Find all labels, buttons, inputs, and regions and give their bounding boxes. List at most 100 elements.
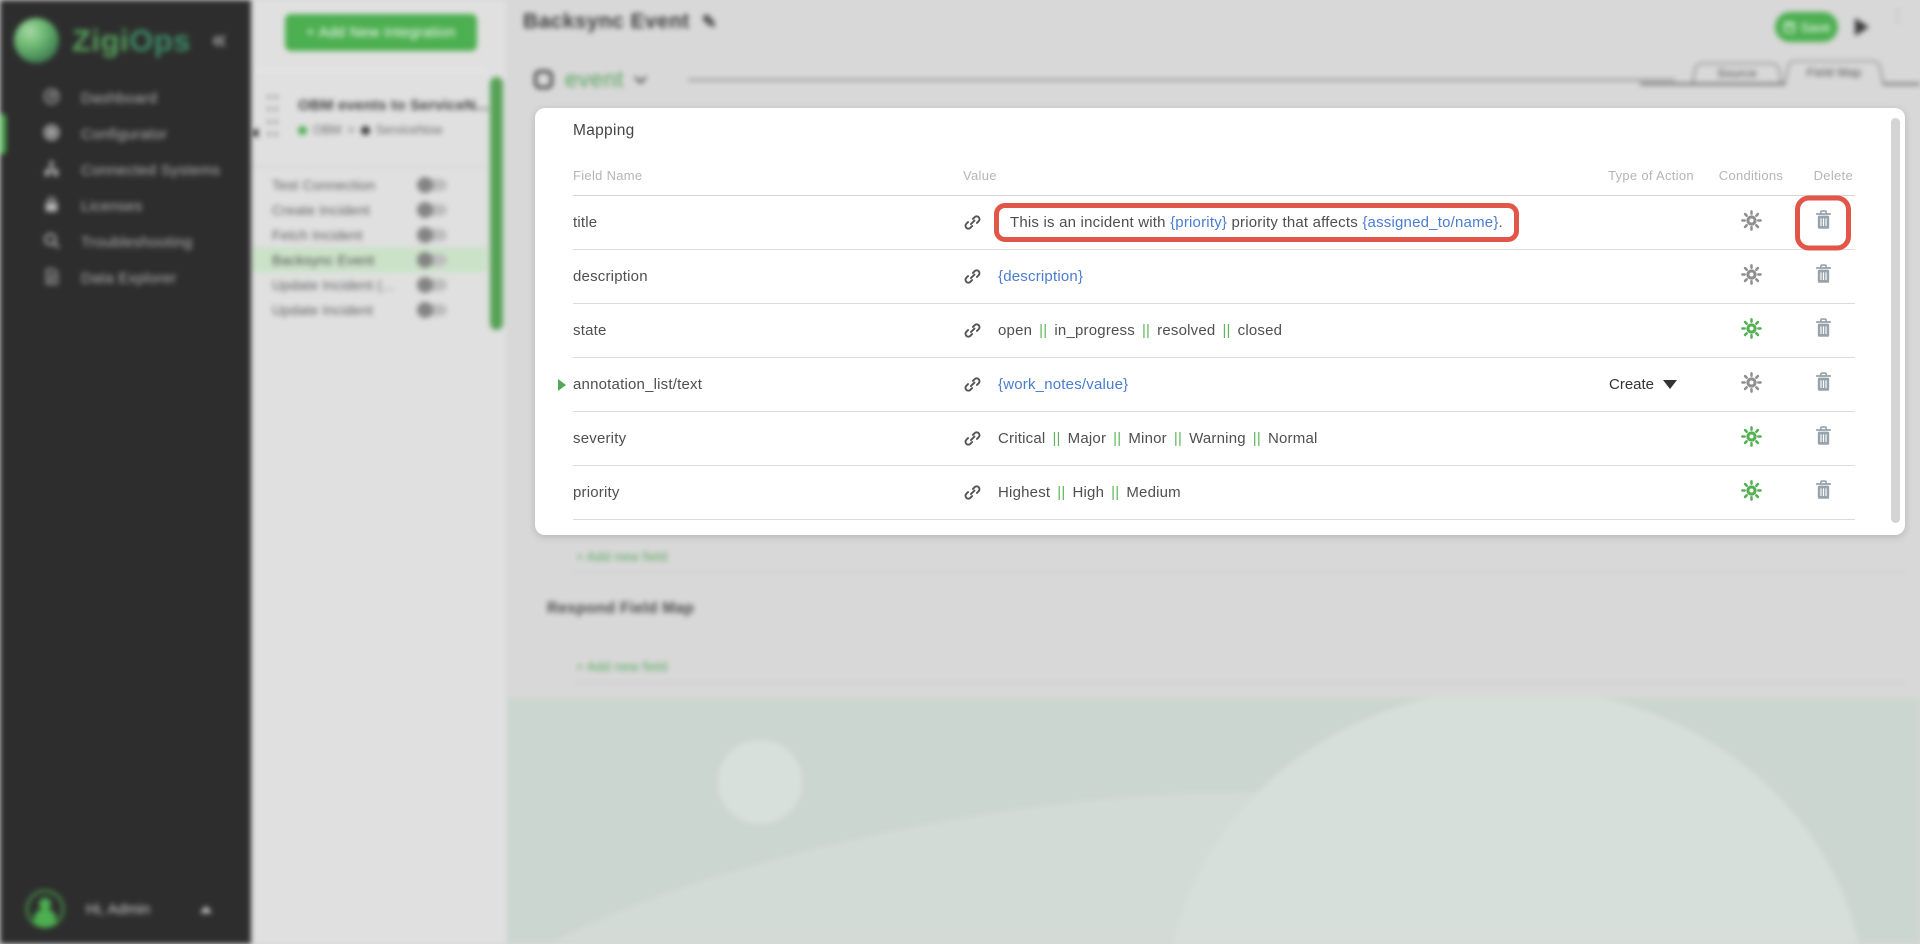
- sidebar-item-label: Configurator: [81, 126, 167, 143]
- configurator-icon: [42, 123, 61, 146]
- delete-trash-icon[interactable]: [1815, 426, 1832, 451]
- sidebar-item-label: Connected Systems: [81, 162, 220, 179]
- add-new-integration-button[interactable]: + Add New Integration: [285, 14, 477, 51]
- integrations-panel: + Add New Integration OBM events to Serv…: [251, 0, 506, 944]
- save-button[interactable]: Save: [1775, 12, 1838, 42]
- action-item-fetch-incident[interactable]: Fetch Incident: [251, 222, 487, 247]
- conditions-gear-icon[interactable]: [1740, 263, 1763, 291]
- sidebar-item-label: Troubleshooting: [81, 234, 193, 251]
- toggle-off[interactable]: [418, 254, 447, 266]
- sidebar-item-configurator[interactable]: Configurator: [0, 116, 251, 152]
- type-of-action-dropdown[interactable]: Create: [1591, 376, 1711, 393]
- action-item-create-incident[interactable]: Create Incident: [251, 197, 487, 222]
- run-play-icon[interactable]: [1855, 18, 1869, 36]
- edit-pencil-icon[interactable]: ✎: [702, 12, 717, 33]
- mapping-table: Field Name Value Type of Action Conditio…: [573, 148, 1855, 520]
- sidebar-item-connected-systems[interactable]: Connected Systems: [0, 152, 251, 188]
- delete-trash-icon[interactable]: [1815, 264, 1832, 289]
- value-input[interactable]: open||in_progress||resolved||closed: [998, 322, 1282, 339]
- arrow-separator: >: [347, 123, 354, 137]
- add-new-field-link[interactable]: + Add new field: [576, 549, 668, 564]
- table-row-state: state open||in_progress||resolved||close…: [573, 304, 1855, 358]
- expand-triangle-icon[interactable]: [558, 379, 566, 391]
- value-input[interactable]: {work_notes/value}: [998, 376, 1128, 393]
- integration-systems: OBM > ServiceNow: [298, 123, 442, 137]
- drag-handle-icon[interactable]: [267, 95, 279, 141]
- link-icon[interactable]: [963, 267, 982, 286]
- field-name-input[interactable]: title: [573, 214, 963, 231]
- delete-trash-icon[interactable]: [1815, 372, 1832, 397]
- sidebar-item-licenses[interactable]: Licenses: [0, 188, 251, 224]
- document-icon: [42, 267, 61, 290]
- link-icon[interactable]: [963, 321, 982, 340]
- toggle-off[interactable]: [418, 229, 447, 241]
- action-item-update-incident-1[interactable]: Update Incident (...: [251, 272, 487, 297]
- annotation-highlight-delete: [1795, 195, 1851, 250]
- link-icon[interactable]: [963, 375, 982, 394]
- app-title: ZigiOps: [72, 23, 191, 59]
- more-options-icon[interactable]: ⋮: [1889, 12, 1899, 20]
- field-name-input[interactable]: severity: [573, 430, 963, 447]
- target-system-icon: [361, 126, 370, 135]
- save-icon: [1783, 21, 1796, 34]
- mapping-section-title: Mapping: [573, 122, 635, 140]
- panel-collapse-handle[interactable]: [251, 128, 258, 138]
- tab-source[interactable]: Source: [1692, 63, 1782, 84]
- action-item-test-connection[interactable]: Test Connection: [251, 172, 487, 197]
- toggle-off[interactable]: [418, 179, 447, 191]
- field-name-input[interactable]: annotation_list/text: [573, 376, 963, 393]
- conditions-gear-icon[interactable]: [1740, 479, 1763, 507]
- entity-selector[interactable]: event: [534, 66, 645, 93]
- delete-trash-icon[interactable]: [1815, 480, 1832, 505]
- delete-trash-icon[interactable]: [1815, 318, 1832, 343]
- mapping-card: Mapping Field Name Value Type of Action …: [535, 108, 1905, 535]
- add-new-field-link[interactable]: + Add new field: [576, 659, 668, 674]
- toggle-off[interactable]: [418, 304, 447, 316]
- link-icon[interactable]: [963, 429, 982, 448]
- col-conditions: Conditions: [1711, 160, 1791, 183]
- conditions-gear-icon[interactable]: [1740, 317, 1763, 345]
- divider: [573, 572, 1905, 573]
- sidebar-item-dashboard[interactable]: Dashboard: [0, 80, 251, 116]
- sidebar-item-data-explorer[interactable]: Data Explorer: [0, 260, 251, 296]
- action-item-backsync-event[interactable]: Backsync Event: [251, 247, 487, 272]
- sidebar-nav: Dashboard Configurator Connected Systems…: [0, 80, 251, 296]
- decorative-background: [506, 698, 1920, 944]
- col-field-name: Field Name: [573, 160, 963, 183]
- user-menu[interactable]: Hi, Admin: [26, 890, 212, 928]
- action-item-update-incident-2[interactable]: Update Incident: [251, 297, 487, 322]
- conditions-gear-icon[interactable]: [1740, 371, 1763, 399]
- card-scrollbar[interactable]: [1891, 118, 1900, 523]
- integration-actions-list: Test Connection Create Incident Fetch In…: [251, 172, 487, 322]
- value-input[interactable]: Highest||High||Medium: [998, 484, 1181, 501]
- value-input[interactable]: This is an incident with {priority} prio…: [1010, 214, 1503, 231]
- magnifier-icon: [42, 231, 61, 254]
- value-input[interactable]: {description}: [998, 268, 1083, 285]
- app-logo: ZigiOps: [14, 18, 191, 63]
- table-row-annotation-list: annotation_list/text {work_notes/value} …: [573, 358, 1855, 412]
- tab-field-map[interactable]: Field Map: [1784, 61, 1884, 85]
- avatar: [26, 890, 64, 928]
- toggle-off[interactable]: [418, 279, 447, 291]
- table-row-title: title This is an incident with {priority…: [573, 196, 1855, 250]
- dropdown-arrow-icon: [1663, 380, 1677, 389]
- conditions-gear-icon[interactable]: [1740, 209, 1763, 237]
- sidebar-item-troubleshooting[interactable]: Troubleshooting: [0, 224, 251, 260]
- toggle-off[interactable]: [418, 204, 447, 216]
- value-input[interactable]: Critical||Major||Minor||Warning||Normal: [998, 430, 1318, 447]
- field-name-input[interactable]: state: [573, 322, 963, 339]
- integration-card[interactable]: OBM events to ServiceN... OBM > ServiceN…: [251, 70, 487, 167]
- col-type-of-action: Type of Action: [1591, 160, 1711, 183]
- field-name-input[interactable]: priority: [573, 484, 963, 501]
- sidebar-collapse-icon[interactable]: «: [212, 24, 226, 55]
- link-icon[interactable]: [963, 483, 982, 502]
- entity-name: event: [565, 66, 624, 93]
- source-status-dot: [298, 126, 307, 135]
- field-name-input[interactable]: description: [573, 268, 963, 285]
- sidebar: ZigiOps « Dashboard Configurator Connect…: [0, 0, 251, 944]
- panel-scrollbar[interactable]: [490, 77, 503, 330]
- link-icon[interactable]: [963, 213, 982, 232]
- dashboard-icon: [42, 87, 61, 110]
- conditions-gear-icon[interactable]: [1740, 425, 1763, 453]
- sidebar-item-label: Data Explorer: [81, 270, 177, 287]
